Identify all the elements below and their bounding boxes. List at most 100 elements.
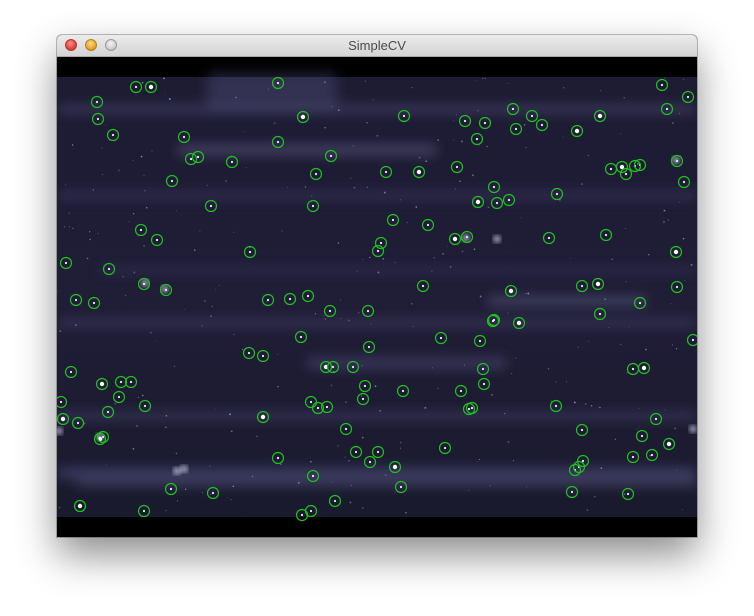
star [609, 167, 613, 171]
star [491, 319, 495, 323]
faint-star [214, 408, 216, 410]
faint-star [184, 488, 187, 491]
faint-star [215, 289, 217, 290]
star [344, 427, 348, 431]
faint-star [614, 438, 617, 440]
star [483, 121, 487, 125]
faint-star [550, 400, 552, 402]
faint-star [124, 294, 127, 297]
star [604, 233, 608, 237]
faint-star [374, 385, 377, 388]
star [626, 492, 630, 496]
faint-star [454, 188, 456, 190]
faint-star [201, 325, 203, 327]
faint-star [122, 275, 124, 278]
faint-star [608, 327, 610, 329]
faint-star [690, 263, 693, 266]
faint-star [324, 81, 326, 83]
faint-star [101, 147, 103, 149]
star [261, 354, 265, 358]
faint-star [340, 318, 342, 320]
star [482, 382, 486, 386]
faint-star [72, 227, 74, 230]
faint-star [507, 312, 509, 314]
faint-star [437, 387, 439, 390]
faint-star [151, 150, 153, 152]
faint-star [314, 313, 317, 315]
faint-star [555, 381, 557, 383]
faint-star [511, 373, 513, 374]
faint-star [447, 245, 448, 247]
faint-star [523, 123, 526, 126]
star [69, 370, 73, 374]
star [691, 338, 695, 342]
faint-star [594, 496, 596, 498]
faint-star [366, 122, 368, 124]
faint-star [473, 248, 476, 251]
faint-star [362, 436, 364, 439]
faint-star [674, 427, 677, 430]
faint-star [587, 154, 589, 157]
star [452, 236, 458, 242]
faint-star [133, 213, 135, 215]
star [574, 128, 580, 134]
faint-star [486, 145, 488, 148]
star [139, 228, 143, 232]
star [92, 301, 96, 305]
faint-star [324, 126, 326, 129]
star [248, 250, 252, 254]
faint-star [348, 319, 350, 322]
faint-star [399, 441, 402, 444]
faint-star [210, 493, 212, 495]
star [475, 137, 479, 141]
star [439, 336, 443, 340]
star [665, 107, 669, 111]
faint-star [626, 372, 628, 374]
star [329, 154, 333, 158]
faint-star [573, 401, 576, 404]
light-streak [57, 412, 697, 420]
star [367, 345, 371, 349]
faint-star [453, 120, 454, 122]
light-streak [57, 192, 697, 199]
faint-star [647, 253, 650, 256]
faint-star [670, 302, 672, 304]
faint-star [638, 407, 640, 409]
light-streak [77, 477, 697, 487]
star [401, 389, 405, 393]
faint-star [366, 186, 368, 188]
faint-star [150, 332, 152, 334]
star [366, 309, 370, 313]
star [361, 397, 365, 401]
star [426, 223, 430, 227]
faint-star [229, 413, 231, 416]
faint-star [193, 249, 196, 252]
faint-star [165, 426, 167, 428]
faint-star [477, 461, 479, 463]
light-streak [97, 267, 697, 273]
faint-star [174, 365, 176, 367]
faint-star [681, 509, 683, 511]
faint-star [273, 122, 276, 124]
faint-star [143, 174, 145, 177]
faint-star [225, 180, 227, 182]
faint-star [525, 292, 527, 295]
faint-star [141, 81, 144, 84]
star [60, 416, 66, 422]
star [299, 335, 303, 339]
faint-star [277, 385, 279, 388]
faint-star [165, 510, 167, 512]
star [230, 160, 234, 164]
faint-star [350, 177, 352, 179]
faint-star [227, 497, 229, 499]
star [328, 309, 332, 313]
light-streak [207, 72, 337, 112]
title-bar[interactable]: SimpleCV [57, 35, 697, 57]
faint-star [361, 506, 364, 509]
faint-star [504, 412, 506, 415]
simplecv-window: SimpleCV [57, 35, 697, 537]
star [580, 284, 584, 288]
faint-star [678, 202, 680, 204]
star [547, 236, 551, 240]
faint-star [611, 258, 613, 260]
